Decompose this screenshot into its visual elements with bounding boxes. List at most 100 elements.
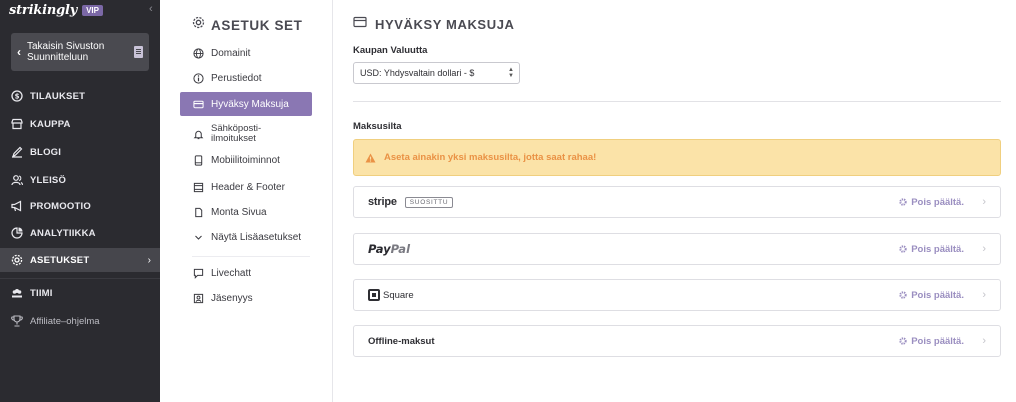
settings-title: ASETUK SET xyxy=(192,16,303,34)
collapse-chevron-left-icon[interactable]: ‹ xyxy=(149,3,153,15)
subnav-item-multiple-pages[interactable]: Monta Sivua xyxy=(180,200,312,224)
main-sidebar: strikingly VIP ‹ ‹ Takaisin Sivuston Suu… xyxy=(0,0,160,402)
warning-text: Aseta ainakin yksi maksusilta, jotta saa… xyxy=(384,152,597,163)
card-icon xyxy=(353,15,367,33)
subnav-item-email-notifications[interactable]: Sähköposti- ilmoitukset xyxy=(180,121,312,147)
subnav-item-header-footer[interactable]: Header & Footer xyxy=(180,175,312,199)
chat-icon xyxy=(192,268,204,279)
sidebar-item-promotion[interactable]: PROMOOTIO xyxy=(0,194,160,218)
sidebar-item-store[interactable]: KAUPPA xyxy=(0,112,160,136)
paypal-logo: PayPal xyxy=(368,242,410,256)
gear-icon xyxy=(899,245,907,253)
gear-icon xyxy=(899,198,907,206)
sidebar-item-label: YLEISÖ xyxy=(30,174,67,186)
dollar-icon: $ xyxy=(11,90,23,102)
square-logo-text: Square xyxy=(383,289,414,301)
subnav-item-label-line2: ilmoitukset xyxy=(211,133,256,144)
subnav-item-livechat[interactable]: Livechatt xyxy=(180,261,312,285)
team-icon xyxy=(11,287,23,299)
svg-text:$: $ xyxy=(15,93,20,101)
gateway-status-text: Pois päältä. xyxy=(911,335,964,347)
sidebar-item-analytics[interactable]: ANALYTIIKKA xyxy=(0,221,160,245)
vip-badge: VIP xyxy=(82,4,103,16)
member-icon xyxy=(192,293,204,304)
gateway-status: Pois päältä. xyxy=(899,290,964,301)
currency-label: Kaupan Valuutta xyxy=(353,45,428,56)
strikingly-logo: strikingly xyxy=(9,2,78,18)
gateway-status: Pois päältä. xyxy=(899,244,964,255)
settings-title-text: ASETUK SET xyxy=(211,17,303,33)
gateways-label: Maksusilta xyxy=(353,121,402,132)
layout-icon xyxy=(192,182,204,193)
subnav-item-mobile[interactable]: Mobiilitoiminnot xyxy=(180,148,312,172)
card-icon xyxy=(192,99,204,110)
sidebar-item-affiliate[interactable]: Affiliate–ohjelma xyxy=(0,309,160,333)
subnav-item-label: Monta Sivua xyxy=(211,206,267,218)
pen-icon xyxy=(11,146,23,158)
subnav-item-label: Mobiilitoiminnot xyxy=(211,154,280,166)
gear-icon xyxy=(192,16,205,34)
sidebar-item-team[interactable]: TIIMI xyxy=(0,281,160,305)
warning-icon xyxy=(365,152,376,163)
globe-icon xyxy=(192,47,204,59)
subnav-item-membership[interactable]: Jäsenyys xyxy=(180,286,312,310)
brand[interactable]: strikingly VIP xyxy=(9,2,103,18)
square-icon xyxy=(368,289,380,301)
chevron-right-icon: › xyxy=(982,289,986,301)
sidebar-item-label: KAUPPA xyxy=(30,118,71,130)
subnav-item-label: Sähköposti- ilmoitukset xyxy=(211,124,261,144)
currency-select-value: USD: Yhdysvaltain dollari - $ xyxy=(360,68,475,78)
subnav-show-advanced-toggle[interactable]: Näytä Lisäasetukset xyxy=(180,225,312,249)
paypal-logo-pal: Pal xyxy=(390,242,411,256)
bell-icon xyxy=(192,129,204,140)
recommended-badge: SUOSITTU xyxy=(404,196,454,208)
subnav-item-basic-info[interactable]: Perustiedot xyxy=(180,66,312,90)
section-divider xyxy=(353,101,1001,102)
currency-select[interactable]: USD: Yhdysvaltain dollari - $ ▲ ▼ xyxy=(353,62,520,84)
offline-payments-label: Offline-maksut xyxy=(368,335,435,347)
subnav-item-label: Näytä Lisäasetukset xyxy=(211,231,302,243)
stripe-logo: stripe xyxy=(368,196,397,208)
gear-icon xyxy=(11,254,23,266)
gateway-row-square[interactable]: Square Pois päältä. › xyxy=(353,279,1001,311)
chevron-right-icon: › xyxy=(982,335,986,347)
sidebar-item-label: TILAUKSET xyxy=(30,90,86,102)
sidebar-item-settings[interactable]: ASETUKSET › xyxy=(0,248,160,272)
back-to-editor-label: Takaisin Sivuston Suunnitteluun xyxy=(27,41,105,63)
subnav-item-label: Domainit xyxy=(211,47,251,59)
analytics-icon xyxy=(11,227,23,239)
gateway-row-stripe[interactable]: stripe SUOSITTU Pois päältä. › xyxy=(353,186,1001,218)
gateway-row-offline[interactable]: Offline-maksut Pois päältä. › xyxy=(353,325,1001,357)
page-icon xyxy=(134,46,143,58)
square-logo: Square xyxy=(368,289,414,301)
subnav-divider xyxy=(192,256,310,257)
chevron-right-icon: › xyxy=(982,243,986,255)
subnav-item-accept-payments[interactable]: Hyväksy Maksuja xyxy=(180,92,312,116)
gateway-status-text: Pois päältä. xyxy=(911,243,964,255)
sidebar-item-orders[interactable]: $ TILAUKSET xyxy=(0,84,160,108)
page-title: HYVÄKSY MAKSUJA xyxy=(353,15,515,33)
gateway-status: Pois päältä. xyxy=(899,197,964,208)
mobile-icon xyxy=(192,154,204,166)
content-divider xyxy=(332,0,333,402)
audience-icon xyxy=(11,174,23,186)
sidebar-item-blog[interactable]: BLOGI xyxy=(0,140,160,164)
sidebar-item-label: Affiliate–ohjelma xyxy=(30,315,100,327)
trophy-icon xyxy=(11,315,23,327)
sidebar-divider xyxy=(0,278,160,279)
sidebar-item-label: BLOGI xyxy=(30,146,62,158)
chevron-right-icon: › xyxy=(147,254,151,266)
pages-icon xyxy=(192,207,204,218)
subnav-item-domains[interactable]: Domainit xyxy=(180,41,312,65)
sidebar-item-audience[interactable]: YLEISÖ xyxy=(0,168,160,192)
gateway-row-paypal[interactable]: PayPal Pois päältä. › xyxy=(353,233,1001,265)
page-title-text: HYVÄKSY MAKSUJA xyxy=(375,16,515,32)
gateway-status: Pois päältä. xyxy=(899,336,964,347)
back-to-editor-button[interactable]: ‹ Takaisin Sivuston Suunnitteluun xyxy=(11,33,149,71)
chevron-right-icon: › xyxy=(982,196,986,208)
gear-icon xyxy=(899,337,907,345)
select-caret-icon: ▲ ▼ xyxy=(508,67,514,79)
info-icon xyxy=(192,72,204,84)
subnav-item-label: Perustiedot xyxy=(211,72,262,84)
warning-alert: Aseta ainakin yksi maksusilta, jotta saa… xyxy=(353,139,1001,176)
